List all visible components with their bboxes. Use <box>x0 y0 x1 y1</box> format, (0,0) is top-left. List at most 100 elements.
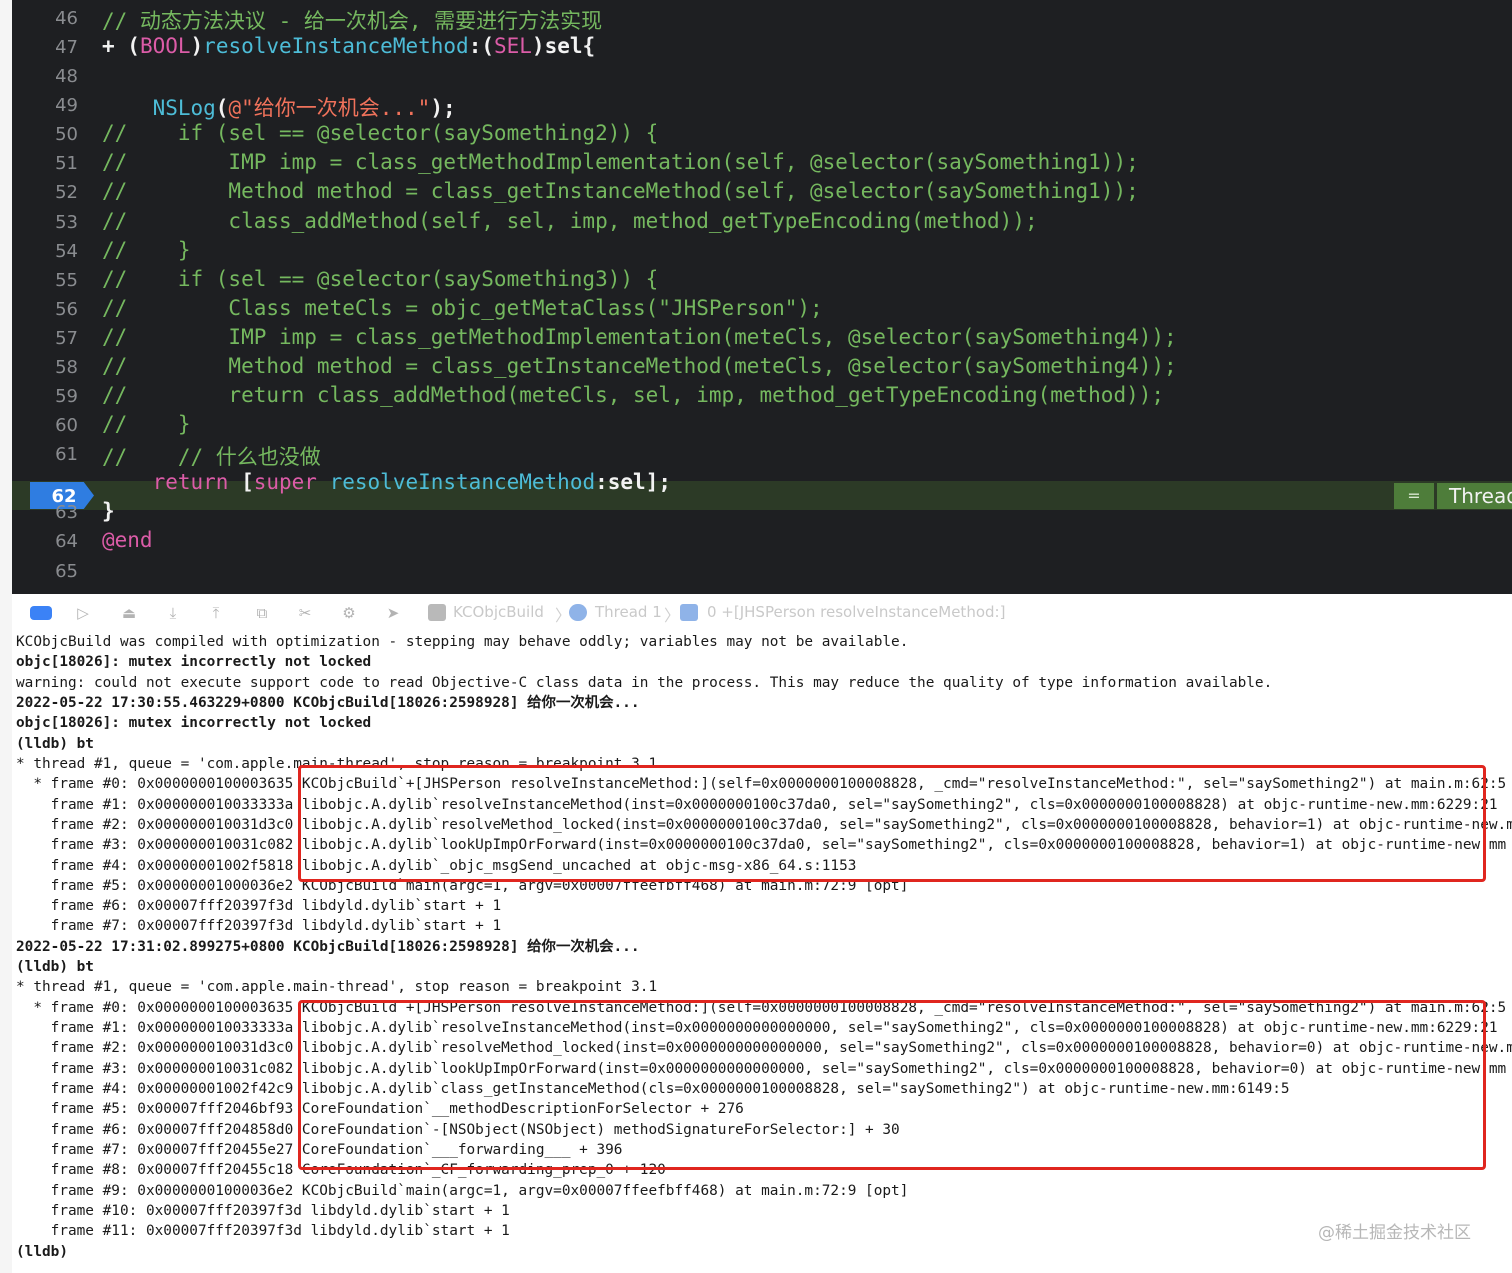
code-token: :sel]; <box>595 470 671 495</box>
console-line: frame #11: 0x00007fff20397f3d libdyld.dy… <box>16 1223 510 1240</box>
line-number: 57 <box>55 327 78 349</box>
breadcrumb-frame[interactable]: 0 +[JHSPerson resolveInstanceMethod:] <box>707 603 1005 621</box>
code-text: // // 什么也没做 <box>102 441 321 471</box>
line-number: 63 <box>55 502 78 524</box>
console-line: warning: could not execute support code … <box>16 674 1273 691</box>
code-line[interactable]: 51 // IMP imp = class_getMethodImplementa… <box>12 149 1512 178</box>
code-token: + ( <box>102 34 140 59</box>
breadcrumb-thread[interactable]: Thread 1 <box>595 603 662 621</box>
code-text: // Class meteCls = objc_getMetaClass("JH… <box>102 296 823 320</box>
code-token: // 动态方法决议 - 给一次机会, 需要进行方法实现 <box>102 9 603 33</box>
code-text: return [super resolveInstanceMethod:sel]… <box>102 470 671 494</box>
line-number: 64 <box>55 531 78 553</box>
target-icon <box>428 604 446 621</box>
code-token: SEL <box>493 34 532 59</box>
code-text: // Method method = class_getInstanceMeth… <box>102 179 1139 203</box>
code-token: )sel{ <box>531 34 596 59</box>
line-number: 49 <box>55 95 78 117</box>
thread-icon <box>569 604 587 621</box>
code-line[interactable]: 49 NSLog(@"给你一次机会..."); <box>12 91 1512 120</box>
code-line[interactable]: 60 // } <box>12 411 1512 440</box>
code-editor[interactable]: 62 46// 动态方法决议 - 给一次机会, 需要进行方法实现 47 + (BOO… <box>12 0 1512 594</box>
code-token: // Method method = class_getInstanceMeth… <box>102 179 1139 204</box>
continue-icon[interactable]: ▷ <box>74 605 92 621</box>
console-line: (lldb) bt <box>16 735 94 752</box>
code-token: ); <box>430 96 456 121</box>
code-line[interactable]: 58 // Method method = class_getInstanceMe… <box>12 353 1512 382</box>
code-text: // IMP imp = class_getMethodImplementati… <box>102 150 1139 174</box>
code-token: return <box>152 470 229 495</box>
code-text: // 动态方法决议 - 给一次机会, 需要进行方法实现 <box>102 5 602 35</box>
code-line[interactable]: 65 <box>12 557 1512 586</box>
console-line: * thread #1, queue = 'com.apple.main-thr… <box>16 979 658 996</box>
highlight-box-second-trace <box>298 1000 1486 1170</box>
code-token: ( <box>215 96 229 121</box>
debug-console[interactable]: KCObjcBuild was compiled with optimizati… <box>12 632 1512 1273</box>
view-hierarchy-icon[interactable]: ⧉ <box>253 605 271 621</box>
code-token: // } <box>102 237 191 262</box>
code-token: [ <box>228 470 254 495</box>
console-line: objc[18026]: mutex incorrectly not locke… <box>16 715 372 732</box>
line-number: 52 <box>55 182 78 204</box>
code-token: // return class_addMethod(meteCls, sel, … <box>102 383 1165 408</box>
code-token: // } <box>102 412 191 437</box>
code-text: @end <box>102 528 153 552</box>
console-line: frame #7: 0x00007fff20397f3d libdyld.dyl… <box>16 918 502 935</box>
code-line[interactable]: 53 // class_addMethod(self, sel, imp, met… <box>12 208 1512 237</box>
window-edge <box>0 0 12 1273</box>
code-token: // Class meteCls = objc_getMetaClass("JH… <box>102 295 823 320</box>
breadcrumb-target[interactable]: KCObjcBuild <box>453 603 544 621</box>
code-line[interactable]: 63} <box>12 498 1512 527</box>
line-number: 60 <box>55 415 78 437</box>
code-line[interactable]: 56 // Class meteCls = objc_getMetaClass("… <box>12 295 1512 324</box>
line-number: 55 <box>55 269 78 291</box>
code-token: // IMP imp = class_getMethodImplementati… <box>102 150 1139 175</box>
console-line: 2022-05-22 17:30:55.463229+0800 KCObjcBu… <box>16 694 640 711</box>
step-into-icon[interactable]: ⤓ <box>164 605 182 621</box>
environment-overrides-icon[interactable]: ⚙ <box>340 605 358 621</box>
code-text: // IMP imp = class_getMethodImplementati… <box>102 325 1177 349</box>
code-line[interactable]: 54 // } <box>12 237 1512 266</box>
highlight-box-first-trace <box>298 765 1486 882</box>
code-line[interactable]: 52 // Method method = class_getInstanceMe… <box>12 178 1512 207</box>
code-text: // if (sel == @selector(saySomething2)) … <box>102 121 658 145</box>
memory-graph-icon[interactable]: ✂ <box>296 605 314 621</box>
code-line[interactable]: 48 <box>12 62 1512 91</box>
code-token: // IMP imp = class_getMethodImplementati… <box>102 324 1177 349</box>
debug-toolbar: ▷ ⏏ ⤓ ⤒ ⧉ ✂ ⚙ ➤ KCObjcBuild 〉 Thread 1 〉… <box>12 594 1512 633</box>
code-text: } <box>102 499 115 523</box>
code-line[interactable]: 50 // if (sel == @selector(saySomething2)… <box>12 120 1512 149</box>
code-line[interactable]: 59 // return class_addMethod(meteCls, sel… <box>12 382 1512 411</box>
breadcrumb-separator-icon: 〉 <box>664 606 681 625</box>
code-token: ) <box>190 34 204 59</box>
console-toggle-icon[interactable] <box>30 606 52 620</box>
stack-frame-icon <box>680 604 698 621</box>
simulate-location-icon[interactable]: ➤ <box>384 605 402 621</box>
step-out-icon[interactable]: ⤒ <box>207 605 225 621</box>
console-line: frame #10: 0x00007fff20397f3d libdyld.dy… <box>16 1202 510 1219</box>
console-line: (lldb) <box>16 1243 68 1260</box>
code-token: // if (sel == @selector(saySomething2)) … <box>102 121 659 146</box>
code-text: // if (sel == @selector(saySomething3)) … <box>102 267 658 291</box>
code-text: NSLog(@"给你一次机会..."); <box>102 92 456 122</box>
line-number: 59 <box>55 386 78 408</box>
code-token: @end <box>102 528 153 553</box>
code-line[interactable]: 47 + (BOOL)resolveInstanceMethod:(SEL)sel… <box>12 33 1512 62</box>
code-line[interactable]: 46 // 动态方法决议 - 给一次机会, 需要进行方法实现 <box>12 4 1512 33</box>
code-line[interactable]: 61 // // 什么也没做 <box>12 440 1512 469</box>
code-line[interactable]: 57 // IMP imp = class_getMethodImplementa… <box>12 324 1512 353</box>
code-line[interactable]: 62 return [super resolveInstanceMethod:s… <box>12 469 1512 498</box>
line-number: 46 <box>55 8 78 29</box>
step-over-icon[interactable]: ⏏ <box>120 605 138 621</box>
code-token: BOOL <box>139 34 191 59</box>
line-number: 51 <box>55 153 78 175</box>
thread-indicator-label[interactable]: Thread <box>1437 483 1512 509</box>
code-line[interactable]: 55 // if (sel == @selector(saySomething3)… <box>12 266 1512 295</box>
code-text: // return class_addMethod(meteCls, sel, … <box>102 383 1164 407</box>
code-line[interactable]: 64 @end <box>12 527 1512 556</box>
code-token: // if (sel == @selector(saySomething3)) … <box>102 266 659 291</box>
line-number: 47 <box>55 37 78 59</box>
code-token: NSLog <box>152 96 216 121</box>
